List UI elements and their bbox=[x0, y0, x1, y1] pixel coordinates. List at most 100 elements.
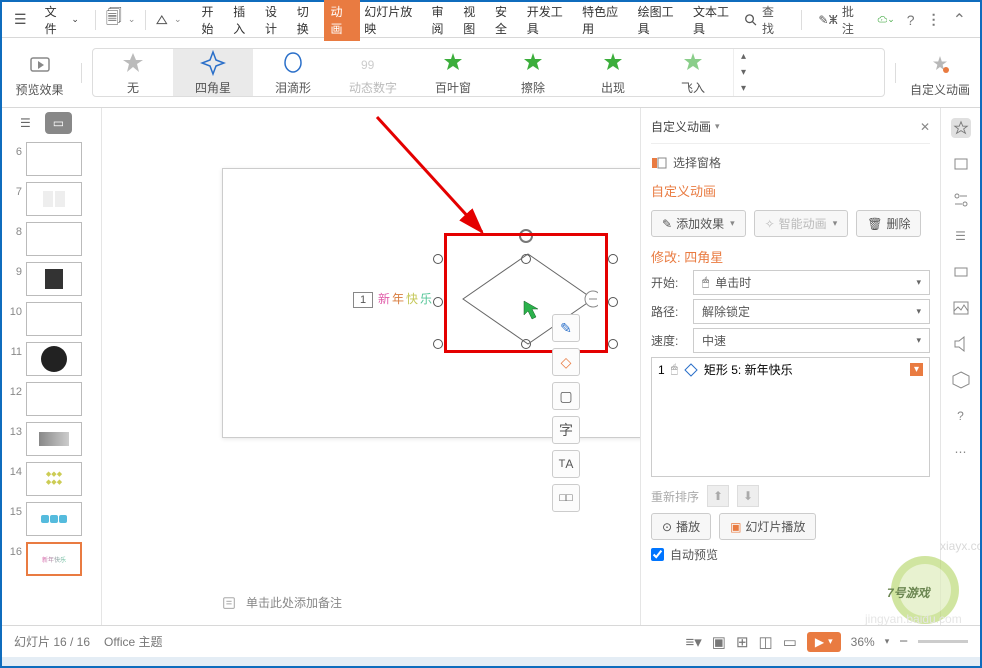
properties-icon[interactable] bbox=[951, 190, 971, 210]
scroll-down-icon[interactable]: ▾ bbox=[734, 67, 753, 78]
speed-dropdown[interactable]: 中速 ▾ bbox=[693, 328, 930, 353]
slideshow-play-button[interactable]: ▣ 幻灯片播放 bbox=[719, 513, 816, 540]
main-tab-6[interactable]: 审阅 bbox=[427, 0, 459, 41]
slide-thumbnail[interactable]: 新年快乐 bbox=[26, 542, 82, 576]
custom-animation-button[interactable]: 自定义动画 bbox=[900, 47, 980, 98]
anim-gallery-item[interactable]: 出现 bbox=[573, 49, 653, 96]
slide-thumbnail-row[interactable]: 13 bbox=[8, 422, 95, 456]
slide-thumbnail[interactable] bbox=[26, 142, 82, 176]
anim-gallery-item[interactable]: 擦除 bbox=[493, 49, 573, 96]
panel-close-button[interactable]: ✕ bbox=[920, 120, 930, 134]
main-tab-4[interactable]: 动画 bbox=[324, 0, 360, 41]
main-tab-3[interactable]: 切换 bbox=[293, 0, 325, 41]
main-tab-7[interactable]: 视图 bbox=[459, 0, 491, 41]
start-dropdown[interactable]: 🖱 单击时 ▾ bbox=[693, 270, 930, 295]
rotation-handle[interactable] bbox=[519, 229, 533, 243]
preview-effect-button[interactable]: 预览效果 bbox=[2, 47, 77, 98]
slide-thumbnail[interactable] bbox=[26, 222, 82, 256]
anim-gallery-item[interactable]: 99动态数字 bbox=[333, 49, 413, 96]
animation-pane-icon[interactable] bbox=[951, 118, 971, 138]
scroll-up-icon[interactable]: ▴ bbox=[734, 51, 753, 62]
zoom-out-icon[interactable]: − bbox=[899, 633, 908, 650]
file-menu[interactable]: 文件 ⌄ bbox=[39, 1, 85, 39]
slide-thumbnail-row[interactable]: 8 bbox=[8, 222, 95, 256]
move-up-button[interactable]: ⬆ bbox=[707, 485, 729, 507]
anim-gallery-item[interactable]: 无 bbox=[93, 49, 173, 96]
collapse-ribbon-icon[interactable]: ⌃ bbox=[953, 10, 966, 30]
cloud-sync-icon[interactable]: ⌄ bbox=[877, 11, 895, 29]
plugin-pane-icon[interactable] bbox=[951, 370, 971, 390]
search-button[interactable]: 查找 bbox=[744, 3, 785, 37]
slide-thumbnail-row[interactable]: 14◆◆◆◆◆◆ bbox=[8, 462, 95, 496]
animation-list-item[interactable]: 1 🖱 矩形 5: 新年快乐 ▾ bbox=[652, 358, 929, 381]
normal-view-icon[interactable]: ▣ bbox=[712, 633, 726, 651]
hamburger-icon[interactable]: ☰ bbox=[8, 9, 33, 30]
more-pane-icon[interactable]: ⋯ bbox=[951, 442, 971, 462]
save-icon[interactable]: 🗐 bbox=[106, 6, 122, 33]
slide-thumbnail-row[interactable]: 16新年快乐 bbox=[8, 542, 95, 576]
style-pane-icon[interactable] bbox=[951, 154, 971, 174]
thumbnail-view-toggle[interactable]: ▭ bbox=[45, 112, 72, 134]
smart-animation-button[interactable]: ✧ 智能动画 ▾ bbox=[754, 210, 849, 237]
anim-gallery-item[interactable]: 四角星 bbox=[173, 49, 253, 96]
slide-thumbnail-row[interactable]: 7 bbox=[8, 182, 95, 216]
more-icon[interactable]: ⋮ bbox=[927, 11, 941, 28]
notes-toggle-icon[interactable]: ≡▾ bbox=[685, 633, 701, 651]
resize-handle[interactable] bbox=[433, 254, 443, 264]
slide-thumbnail-row[interactable]: 9 bbox=[8, 262, 95, 296]
anim-gallery-item[interactable]: 百叶窗 bbox=[413, 49, 493, 96]
main-tab-11[interactable]: 绘图工具 bbox=[634, 0, 689, 41]
layout-button[interactable]: ▢ bbox=[552, 382, 580, 410]
slide-thumbnail[interactable] bbox=[26, 182, 82, 216]
main-tab-10[interactable]: 特色应用 bbox=[578, 0, 633, 41]
text-button[interactable]: 字 bbox=[552, 416, 580, 444]
slide-thumbnail[interactable] bbox=[26, 502, 82, 536]
audio-pane-icon[interactable] bbox=[951, 334, 971, 354]
play-slideshow-button[interactable]: ▶▾ bbox=[807, 632, 841, 652]
effect-options-button[interactable]: ◇ bbox=[552, 348, 580, 376]
reading-view-icon[interactable]: ◫ bbox=[759, 633, 773, 651]
main-tab-12[interactable]: 文本工具 bbox=[689, 0, 744, 41]
slideshow-view-icon[interactable]: ▭ bbox=[783, 633, 797, 651]
sorter-view-icon[interactable]: ⊞ bbox=[736, 633, 749, 651]
image-pane-icon[interactable] bbox=[951, 298, 971, 318]
main-tab-5[interactable]: 幻灯片放映 bbox=[360, 0, 427, 41]
slide-thumbnail-row[interactable]: 10 bbox=[8, 302, 95, 336]
main-tab-0[interactable]: 开始 bbox=[198, 0, 230, 41]
slide-thumbnail-row[interactable]: 11 bbox=[8, 342, 95, 376]
arrange-button[interactable]: □□ bbox=[552, 484, 580, 512]
shape-pane-icon[interactable] bbox=[951, 262, 971, 282]
move-down-button[interactable]: ⬇ bbox=[737, 485, 759, 507]
outline-view-toggle[interactable]: ☰ bbox=[12, 112, 39, 134]
slide-thumbnail-row[interactable]: 15 bbox=[8, 502, 95, 536]
slide-thumbnail[interactable] bbox=[26, 262, 82, 296]
resize-handle[interactable] bbox=[433, 339, 443, 349]
play-button[interactable]: ⊙ 播放 bbox=[651, 513, 711, 540]
slide-thumbnail-row[interactable]: 12 bbox=[8, 382, 95, 416]
zoom-value[interactable]: 36% bbox=[851, 635, 875, 649]
edit-points-button[interactable]: ✎ bbox=[552, 314, 580, 342]
path-dropdown[interactable]: 解除锁定 ▾ bbox=[693, 299, 930, 324]
slide-thumbnail-row[interactable]: 6 bbox=[8, 142, 95, 176]
main-tab-2[interactable]: 设计 bbox=[261, 0, 293, 41]
slide-thumbnail[interactable]: ◆◆◆◆◆◆ bbox=[26, 462, 82, 496]
main-tab-9[interactable]: 开发工具 bbox=[523, 0, 578, 41]
caret-down-icon[interactable]: ⌄ bbox=[128, 14, 136, 25]
auto-preview-checkbox[interactable] bbox=[651, 548, 664, 561]
main-tab-8[interactable]: 安全 bbox=[491, 0, 523, 41]
slides-list[interactable]: 6 7 8 9 10 11 12 13 14◆◆◆◆◆◆ 15 16新年快乐 bbox=[2, 138, 101, 625]
format-button[interactable]: TA bbox=[552, 450, 580, 478]
add-effect-button[interactable]: ✎ 添加效果 ▾ bbox=[651, 210, 746, 237]
anim-gallery-item[interactable]: 飞入 bbox=[653, 49, 733, 96]
notes-area[interactable]: 单击此处添加备注 bbox=[222, 594, 342, 611]
slide-thumbnail[interactable] bbox=[26, 422, 82, 456]
annotate-button[interactable]: ✎ⵥ 批注 bbox=[818, 3, 864, 37]
item-dropdown-icon[interactable]: ▾ bbox=[910, 363, 923, 376]
selection-pane-button[interactable]: 选择窗格 bbox=[651, 154, 721, 171]
list-pane-icon[interactable]: ☰ bbox=[951, 226, 971, 246]
caret-down-icon[interactable]: ⌄ bbox=[174, 14, 182, 25]
slide-thumbnail[interactable] bbox=[26, 342, 82, 376]
help-icon[interactable]: ? bbox=[907, 12, 915, 28]
resize-handle[interactable] bbox=[608, 297, 618, 307]
resize-handle[interactable] bbox=[433, 297, 443, 307]
